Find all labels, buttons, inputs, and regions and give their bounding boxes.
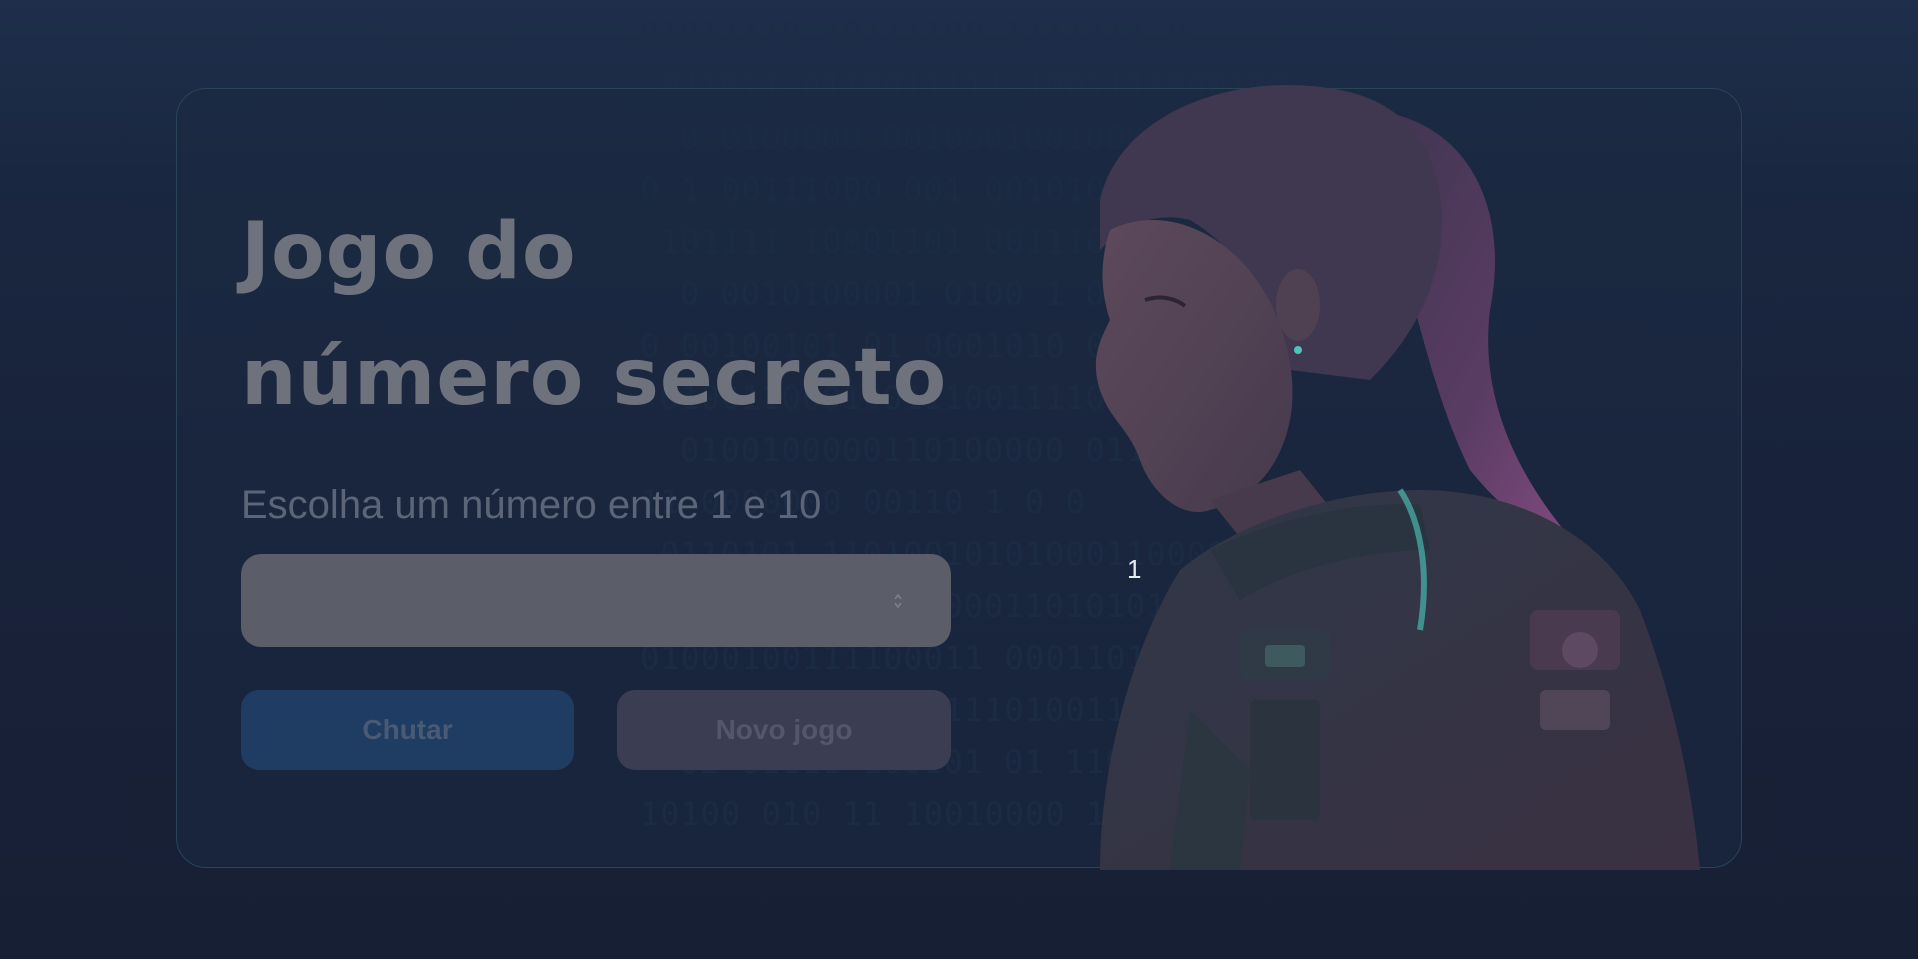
new-game-button[interactable]: Novo jogo — [617, 690, 951, 770]
astronaut-girl-illustration — [1095, 84, 1700, 870]
binary-line: 01011110 10111100 1111111 0 — [640, 15, 1188, 53]
guess-button[interactable]: Chutar — [241, 690, 574, 770]
page-title: Jogo do número secreto — [241, 207, 948, 423]
guess-number-input[interactable] — [241, 554, 951, 647]
number-input-container — [241, 554, 951, 647]
number-spinner-icon[interactable] — [893, 592, 903, 610]
instruction-text: Escolha um número entre 1 e 10 — [241, 483, 822, 527]
